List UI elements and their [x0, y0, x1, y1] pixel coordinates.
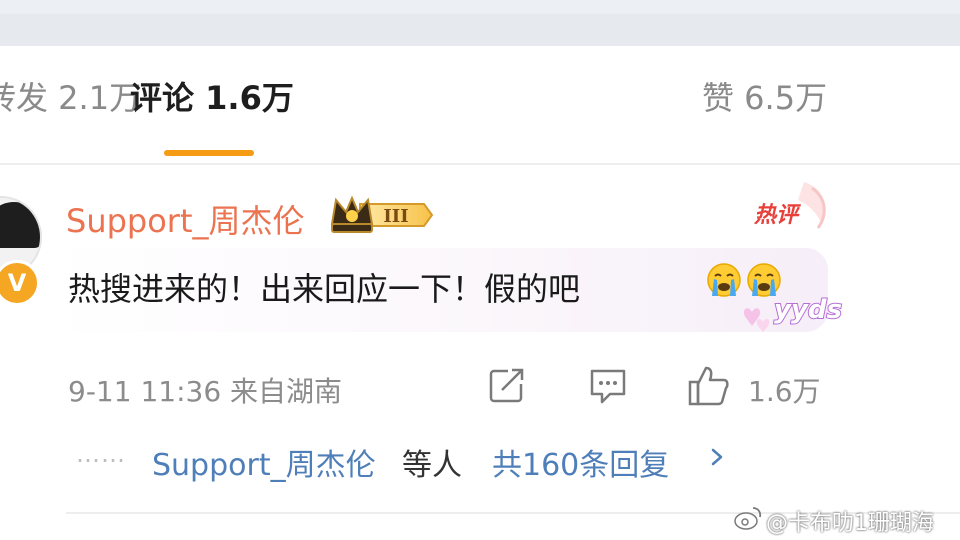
tab-like[interactable]: 赞 6.5万 [702, 82, 827, 114]
reply-dots: …… [76, 440, 126, 468]
chevron-right-icon[interactable] [708, 442, 726, 472]
tab-comment[interactable]: 评论 1.6万 [130, 82, 294, 114]
reply-count-link[interactable]: 共160条回复 [492, 440, 669, 484]
divider [0, 163, 960, 165]
reply-username[interactable]: Support_周杰伦 [152, 440, 376, 484]
top-card-edge [0, 14, 960, 46]
comment-username[interactable]: Support_周杰伦 [66, 196, 305, 242]
weibo-logo-icon [734, 507, 762, 530]
yyds-text: yyds [774, 295, 842, 325]
reply-suffix: 等人 [402, 448, 462, 483]
comment-icon[interactable] [588, 366, 628, 406]
tab-repost[interactable]: 转发 2.1万 [0, 82, 141, 114]
like-count: 1.6万 [748, 375, 821, 408]
thumbs-up-icon[interactable] [688, 366, 730, 406]
yyds-sticker: yyds [743, 294, 843, 332]
active-tab-indicator [164, 150, 254, 156]
hot-comment-tag: 热评 [753, 182, 826, 229]
verified-badge-icon: V [0, 260, 40, 306]
hot-comment-label: 热评 [753, 203, 802, 228]
vip-crown-badge-icon[interactable]: III [330, 194, 434, 236]
top-background-band [0, 0, 960, 46]
comment-meta: 9-11 11:36 来自湖南 [68, 375, 343, 408]
comment-text: 热搜进来的！出来回应一下！假的吧 [68, 270, 581, 308]
share-icon[interactable] [488, 366, 526, 404]
level-badge-text: III [383, 206, 408, 227]
avatar-hair [0, 202, 40, 248]
watermark-text: @卡布叻1珊瑚海 [766, 511, 934, 536]
